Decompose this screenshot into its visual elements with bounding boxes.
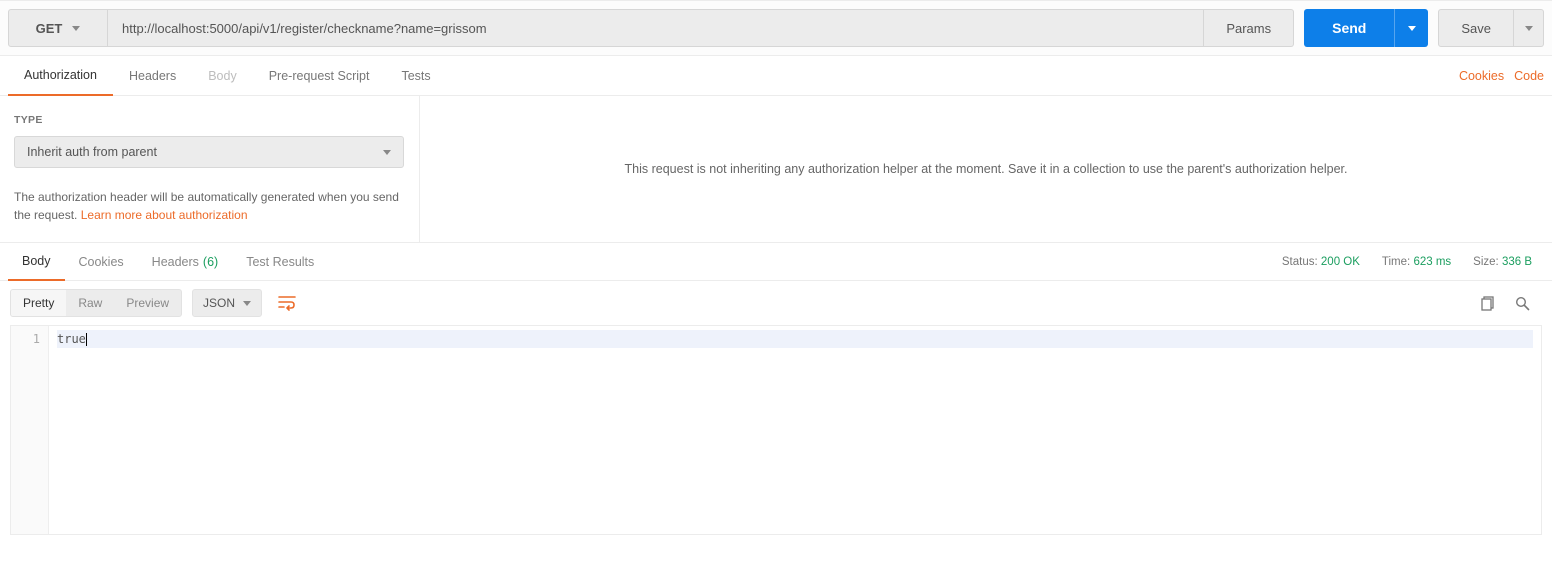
request-bar: GET Params Send Save <box>0 0 1552 56</box>
chevron-down-icon <box>72 26 80 31</box>
time-value: 623 ms <box>1413 256 1451 268</box>
code-lines: true <box>49 326 1541 534</box>
save-dropdown[interactable] <box>1514 9 1544 47</box>
view-mode-group: Pretty Raw Preview <box>10 289 182 317</box>
chevron-down-icon <box>1408 26 1416 31</box>
search-button[interactable] <box>1512 293 1532 313</box>
url-input[interactable] <box>108 9 1204 47</box>
view-preview[interactable]: Preview <box>114 290 181 316</box>
headers-count-badge: (6) <box>203 255 218 269</box>
toolbar-right <box>1478 293 1542 313</box>
response-toolbar: Pretty Raw Preview JSON <box>0 281 1552 325</box>
copy-button[interactable] <box>1478 293 1498 313</box>
resp-tab-body[interactable]: Body <box>8 243 65 281</box>
format-label: JSON <box>203 296 235 310</box>
tab-headers[interactable]: Headers <box>113 56 192 96</box>
copy-icon <box>1481 296 1496 311</box>
resp-tab-headers[interactable]: Headers (6) <box>138 243 233 281</box>
wrap-icon <box>278 295 296 311</box>
request-tabs: Authorization Headers Body Pre-request S… <box>0 56 1552 96</box>
cookies-link[interactable]: Cookies <box>1459 69 1504 83</box>
response-meta: Status: 200 OK Time: 623 ms Size: 336 B <box>1282 256 1544 268</box>
auth-type-label: TYPE <box>14 114 405 126</box>
http-method-label: GET <box>36 21 63 36</box>
auth-message-text: This request is not inheriting any autho… <box>625 162 1348 176</box>
authorization-panel: TYPE Inherit auth from parent The author… <box>0 96 1552 243</box>
auth-right-message: This request is not inheriting any autho… <box>420 96 1552 242</box>
tab-prerequest[interactable]: Pre-request Script <box>253 56 386 96</box>
tab-body[interactable]: Body <box>192 56 253 96</box>
format-select[interactable]: JSON <box>192 289 262 317</box>
save-group: Save <box>1438 9 1544 47</box>
send-group: Send <box>1304 9 1428 47</box>
auth-help-text: The authorization header will be automat… <box>14 188 404 224</box>
code-line: true <box>57 330 1533 348</box>
line-gutter: 1 <box>11 326 49 534</box>
status-value: 200 OK <box>1321 256 1360 268</box>
chevron-down-icon <box>383 150 391 155</box>
tab-tests[interactable]: Tests <box>385 56 446 96</box>
response-body-viewer[interactable]: 1 true <box>10 325 1542 535</box>
text-cursor <box>86 333 87 346</box>
send-dropdown[interactable] <box>1394 9 1428 47</box>
auth-type-select[interactable]: Inherit auth from parent <box>14 136 404 168</box>
auth-type-value: Inherit auth from parent <box>27 145 157 159</box>
code-link[interactable]: Code <box>1514 69 1544 83</box>
chevron-down-icon <box>243 301 251 306</box>
send-button[interactable]: Send <box>1304 9 1394 47</box>
view-raw[interactable]: Raw <box>66 290 114 316</box>
size-meta: Size: 336 B <box>1473 256 1532 268</box>
search-icon <box>1515 296 1530 311</box>
wrap-lines-button[interactable] <box>272 289 302 317</box>
params-button[interactable]: Params <box>1204 9 1294 47</box>
time-meta: Time: 623 ms <box>1382 256 1451 268</box>
tab-authorization[interactable]: Authorization <box>8 56 113 96</box>
resp-tab-test-results[interactable]: Test Results <box>232 243 328 281</box>
view-pretty[interactable]: Pretty <box>11 290 66 316</box>
auth-left-column: TYPE Inherit auth from parent The author… <box>0 96 420 242</box>
http-method-select[interactable]: GET <box>8 9 108 47</box>
status-meta: Status: 200 OK <box>1282 256 1360 268</box>
auth-learn-more-link[interactable]: Learn more about authorization <box>81 208 248 222</box>
resp-tab-headers-label: Headers <box>152 255 199 269</box>
resp-tab-cookies[interactable]: Cookies <box>65 243 138 281</box>
code-text: true <box>57 332 86 346</box>
size-value: 336 B <box>1502 256 1532 268</box>
response-tabs: Body Cookies Headers (6) Test Results St… <box>0 243 1552 281</box>
line-number: 1 <box>11 330 40 348</box>
chevron-down-icon <box>1525 26 1533 31</box>
save-button[interactable]: Save <box>1438 9 1514 47</box>
